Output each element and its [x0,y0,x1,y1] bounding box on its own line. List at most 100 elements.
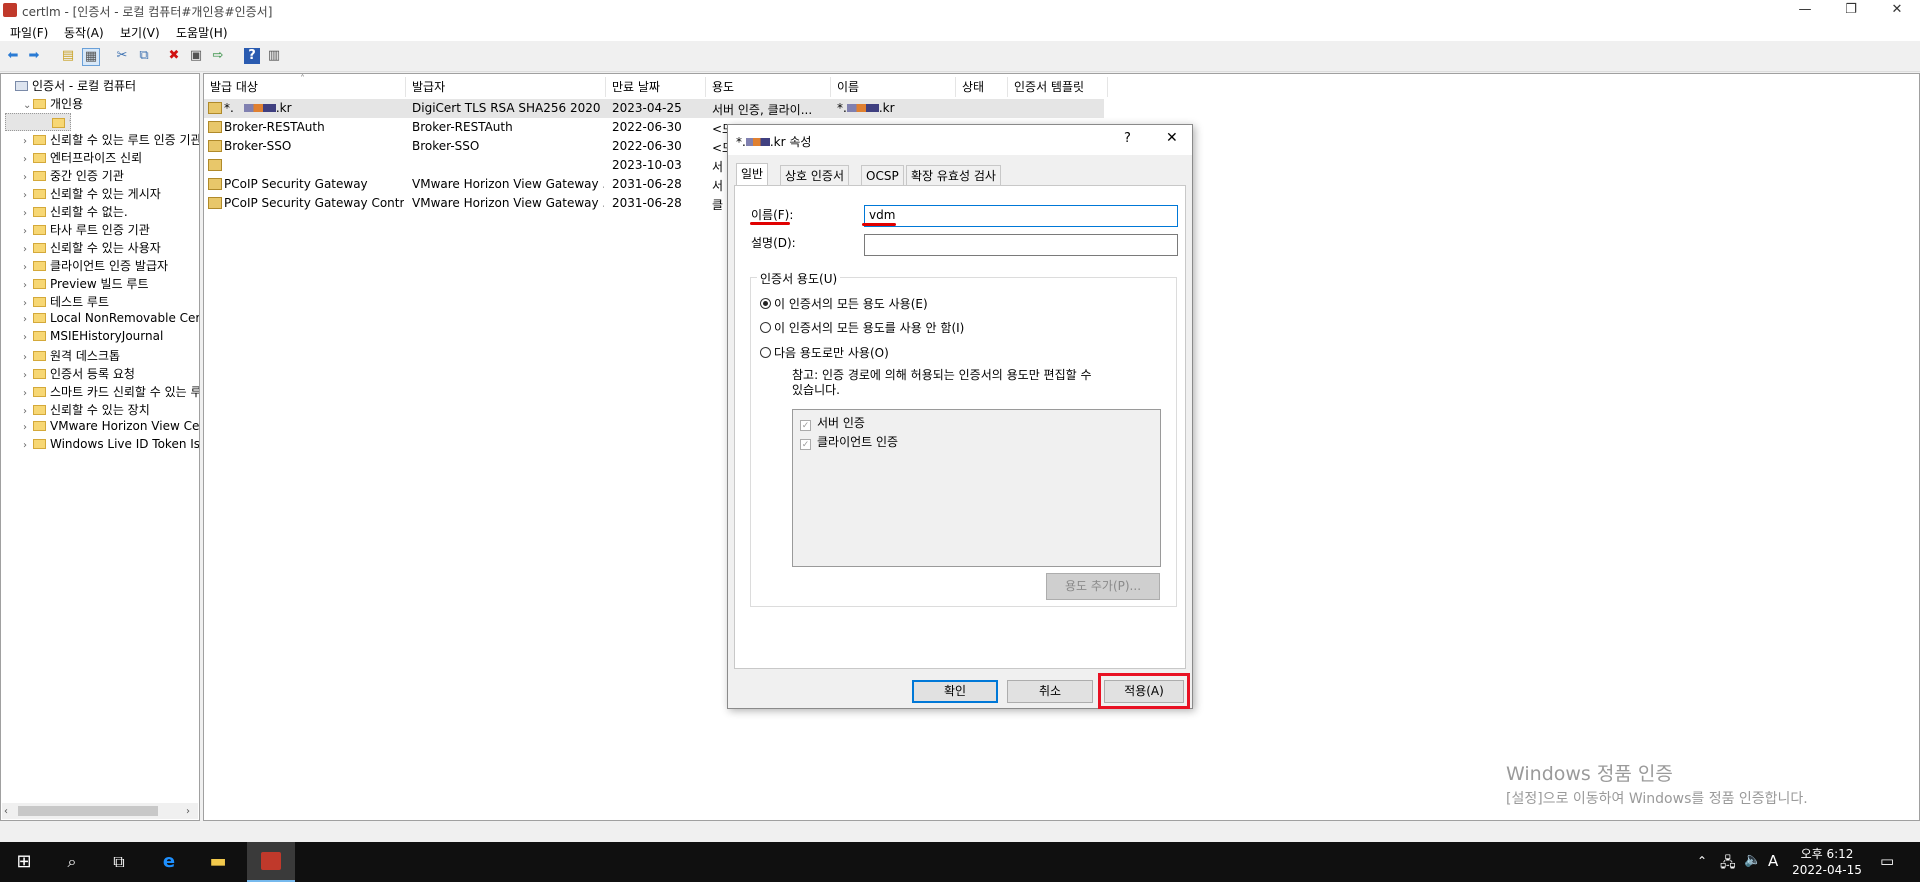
tab-extended-validation[interactable]: 확장 유효성 검사 [906,165,1001,186]
tab-cross-certificates[interactable]: 상호 인증서 [780,165,850,186]
tree-item[interactable]: › VMware Horizon View Certificates [5,419,199,437]
cancel-button[interactable]: 취소 [1007,680,1093,703]
certlm-taskbar-button[interactable] [247,842,295,882]
ok-button[interactable]: 확인 [912,680,998,703]
maximize-button[interactable]: ❐ [1828,0,1874,20]
tree-item[interactable]: › 스마트 카드 신뢰할 수 있는 루트 [5,383,199,401]
tree-expander-icon[interactable]: › [23,298,33,309]
scroll-left-icon[interactable]: ‹ [4,806,8,817]
radio-all-indicator[interactable] [760,298,771,309]
tree-expander-icon[interactable]: › [23,406,33,417]
network-icon[interactable]: 🖧 [1720,852,1736,876]
radio-no-purposes[interactable]: 이 인증서의 모든 용도를 사용 안 함(I) [760,319,964,336]
export-icon[interactable]: ⇨ [210,48,226,64]
column-template[interactable]: 인증서 템플릿 [1008,77,1108,97]
notifications-icon[interactable]: ▭ [1880,852,1894,870]
column-purpose[interactable]: 용도 [706,77,831,97]
tree-expander-icon[interactable]: › [23,352,33,363]
menu-view[interactable]: 보기(V) [120,24,160,41]
delete-icon[interactable]: ✖ [166,48,182,64]
tree-item[interactable]: 인증서 - 로컬 컴퓨터 [5,77,199,95]
tree-expander-icon[interactable]: › [23,190,33,201]
help-icon[interactable]: ? [244,48,260,64]
tree-item[interactable]: › 테스트 루트 [5,293,199,311]
purposes-listbox[interactable]: ✓ 서버 인증 ✓ 클라이언트 인증 [792,409,1161,567]
column-expires[interactable]: 만료 날짜 [606,77,706,97]
tree-expander-icon[interactable]: › [23,136,33,147]
tree-item[interactable]: › 신뢰할 수 있는 사용자 [5,239,199,257]
tree-item[interactable]: › 원격 데스크톱 [5,347,199,365]
tree-expander-icon[interactable]: › [23,154,33,165]
internet-explorer-icon[interactable]: e [157,850,181,874]
tree-expander-icon[interactable]: › [23,332,33,343]
column-name[interactable]: 이름 [831,77,956,97]
tree-item[interactable]: 인증서 [5,113,71,131]
menu-action[interactable]: 동작(A) [64,24,104,41]
tree-item[interactable]: › 타사 루트 인증 기관 [5,221,199,239]
menu-help[interactable]: 도움말(H) [176,24,228,41]
volume-icon[interactable]: 🔈 [1744,852,1761,868]
show-tree-icon[interactable]: ▦ [82,48,100,66]
column-subject[interactable]: 발급 대상 [204,77,406,97]
radio-only-purposes[interactable]: 다음 용도로만 사용(O) [760,344,889,361]
add-purpose-button[interactable]: 용도 추가(P)... [1046,573,1160,600]
description-input[interactable] [864,234,1178,256]
tree-item[interactable]: › Local NonRemovable Certificates [5,311,199,329]
back-arrow-icon[interactable]: ⬅ [5,48,21,64]
minimize-button[interactable]: — [1782,0,1828,20]
copy-icon[interactable]: ⧉ [136,48,152,64]
tree-item[interactable]: › 신뢰할 수 있는 장치 [5,401,199,419]
tree-item[interactable]: › 신뢰할 수 있는 루트 인증 기관 [5,131,199,149]
tree-expander-icon[interactable]: › [23,440,33,451]
tree-horizontal-scrollbar[interactable]: ‹ › [2,803,198,819]
tab-ocsp[interactable]: OCSP [861,165,904,186]
tree-item[interactable]: › 엔터프라이즈 신뢰 [5,149,199,167]
tree-expander-icon[interactable]: ⌄ [23,100,33,111]
tree-expander-icon[interactable]: › [23,280,33,291]
dialog-close-button[interactable]: ✕ [1166,130,1178,146]
radio-only-indicator[interactable] [760,347,771,358]
up-folder-icon[interactable]: ▤ [60,48,76,64]
forward-arrow-icon[interactable]: ➡ [26,48,42,64]
menu-file[interactable]: 파일(F) [10,24,48,41]
tab-general[interactable]: 일반 [736,163,769,186]
task-view-icon[interactable]: ⧉ [107,850,131,874]
apply-button[interactable]: 적용(A) [1104,680,1184,703]
name-input[interactable]: vdm [864,205,1178,227]
dialog-help-button[interactable]: ? [1124,131,1131,146]
tree-expander-icon[interactable]: › [23,244,33,255]
tree-expander-icon[interactable]: › [23,370,33,381]
scroll-thumb[interactable] [18,806,158,816]
tree-expander-icon[interactable]: › [23,262,33,273]
tree-expander-icon[interactable]: › [23,422,33,433]
tree-expander-icon[interactable]: › [23,208,33,219]
tree-expander-icon[interactable]: › [23,388,33,399]
tray-expand-icon[interactable]: ⌃ [1697,854,1707,868]
tree-item[interactable]: › 클라이언트 인증 발급자 [5,257,199,275]
table-row[interactable]: *. .kr DigiCert TLS RSA SHA256 2020 ... 202… [204,99,1104,118]
tree-item[interactable]: › 신뢰할 수 있는 게시자 [5,185,199,203]
tree-item[interactable]: › Preview 빌드 루트 [5,275,199,293]
column-status[interactable]: 상태 [956,77,1008,97]
cut-icon[interactable]: ✂ [114,48,130,64]
radio-none-indicator[interactable] [760,322,771,333]
tree-item[interactable]: › 신뢰할 수 없는. [5,203,199,221]
ime-indicator[interactable]: A [1768,852,1778,870]
tree-item[interactable]: › 중간 인증 기관 [5,167,199,185]
tree-item[interactable]: › Windows Live ID Token Issuer [5,437,199,455]
tree-expander-icon[interactable]: › [23,172,33,183]
tree-expander-icon[interactable]: › [23,314,33,325]
tree-item[interactable]: › 인증서 등록 요청 [5,365,199,383]
close-button[interactable]: ✕ [1874,0,1920,20]
file-explorer-icon[interactable]: ▬ [206,850,230,874]
view-icon[interactable]: ▥ [266,48,282,64]
radio-all-purposes[interactable]: 이 인증서의 모든 용도 사용(E) [760,295,928,312]
start-icon[interactable]: ⊞ [12,850,36,874]
column-issuer[interactable]: 발급자 [406,77,606,97]
tree-item[interactable]: ⌄ 개인용 [5,95,199,113]
tree-item[interactable]: › MSIEHistoryJournal [5,329,199,347]
tree-expander-icon[interactable]: › [23,226,33,237]
properties-icon[interactable]: ▣ [188,48,204,64]
scroll-right-icon[interactable]: › [186,806,190,817]
search-icon[interactable]: ⌕ [60,850,84,874]
